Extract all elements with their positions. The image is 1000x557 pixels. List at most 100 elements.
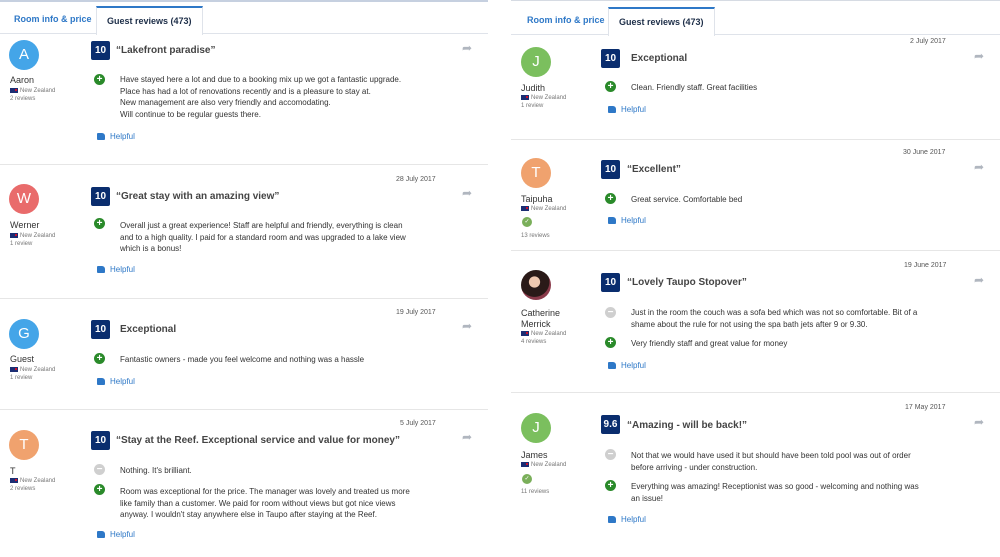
share-icon[interactable]: ➦ xyxy=(462,41,472,55)
tab-guest-reviews[interactable]: Guest reviews (473) xyxy=(608,7,715,36)
avatar: J xyxy=(521,413,551,443)
positive-icon: + xyxy=(605,193,616,204)
helpful-button[interactable]: Helpful xyxy=(97,377,135,386)
negative-icon: − xyxy=(94,464,105,475)
review-title: “Great stay with an amazing view” xyxy=(116,191,280,202)
left-review-panel: Room info & price Guest reviews (473) A … xyxy=(0,0,488,557)
review-date: 30 June 2017 xyxy=(903,149,946,156)
verified-badge-icon: ✓ xyxy=(522,474,532,484)
positive-icon: + xyxy=(605,337,616,348)
positive-icon: + xyxy=(94,353,105,364)
review-count: 2 reviews xyxy=(10,486,36,492)
review-title: “Lakefront paradise” xyxy=(116,45,216,56)
positive-text: Great service. Comfortable bed xyxy=(631,195,743,204)
thumbs-up-icon xyxy=(97,531,105,538)
new-zealand-flag-icon xyxy=(10,478,18,483)
positive-icon: + xyxy=(605,81,616,92)
share-icon[interactable]: ➦ xyxy=(974,49,984,63)
tab-guest-reviews[interactable]: Guest reviews (473) xyxy=(96,6,203,35)
negative-icon: − xyxy=(605,449,616,460)
reviewer-country: New Zealand xyxy=(10,478,55,484)
review-title: “Lovely Taupo Stopover” xyxy=(627,277,747,288)
review-title: “Amazing - will be back!” xyxy=(627,420,748,431)
tab-bar: Room info & price Guest reviews (473) xyxy=(0,2,488,35)
score-badge: 10 xyxy=(91,41,110,60)
review-count: 13 reviews xyxy=(521,233,550,239)
helpful-button[interactable]: Helpful xyxy=(608,515,646,524)
new-zealand-flag-icon xyxy=(10,233,18,238)
tab-room-info[interactable]: Room info & price xyxy=(4,6,102,34)
positive-text: Overall just a great experience! Staff a… xyxy=(120,221,406,253)
thumbs-up-icon xyxy=(608,516,616,523)
avatar: T xyxy=(521,158,551,188)
review-title: Exceptional xyxy=(631,53,688,64)
helpful-button[interactable]: Helpful xyxy=(608,216,646,225)
helpful-button[interactable]: Helpful xyxy=(97,530,135,539)
review-count: 1 review xyxy=(521,103,544,109)
avatar: W xyxy=(9,184,39,214)
review-card: G Guest New Zealand 1 review 19 July 201… xyxy=(0,299,488,410)
positive-text: Everything was amazing! Receptionist was… xyxy=(631,482,919,503)
thumbs-up-icon xyxy=(608,362,616,369)
new-zealand-flag-icon xyxy=(521,331,529,336)
thumbs-up-icon xyxy=(97,266,105,273)
avatar: A xyxy=(9,40,39,70)
negative-text: Just in the room the couch was a sofa be… xyxy=(631,308,918,329)
positive-text: Clean. Friendly staff. Great facilities xyxy=(631,83,758,92)
review-date: 17 May 2017 xyxy=(905,404,946,411)
positive-icon: + xyxy=(94,218,105,229)
score-badge: 10 xyxy=(601,160,620,179)
review-card: Catherine Merrick New Zealand 4 reviews … xyxy=(511,251,1000,393)
helpful-button[interactable]: Helpful xyxy=(608,105,646,114)
negative-text: Not that we would have used it but shoul… xyxy=(631,451,911,472)
tab-room-info[interactable]: Room info & price xyxy=(517,7,615,35)
share-icon[interactable]: ➦ xyxy=(974,273,984,287)
reviewer-country: New Zealand xyxy=(521,95,566,101)
review-date: 2 July 2017 xyxy=(910,38,946,45)
review-title: “Excellent” xyxy=(627,164,681,175)
reviewer-country: New Zealand xyxy=(521,206,566,212)
share-icon[interactable]: ➦ xyxy=(974,415,984,429)
share-icon[interactable]: ➦ xyxy=(974,160,984,174)
helpful-button[interactable]: Helpful xyxy=(97,132,135,141)
review-count: 2 reviews xyxy=(10,96,36,102)
new-zealand-flag-icon xyxy=(10,367,18,372)
review-date: 19 July 2017 xyxy=(396,309,436,316)
avatar xyxy=(521,270,551,300)
share-icon[interactable]: ➦ xyxy=(462,319,472,333)
score-badge: 10 xyxy=(91,431,110,450)
panel-separator xyxy=(488,0,511,557)
thumbs-up-icon xyxy=(608,217,616,224)
score-badge: 9.6 xyxy=(601,415,620,434)
review-title: Exceptional xyxy=(120,324,177,335)
reviewer-name: Taipuha xyxy=(521,194,553,204)
score-badge: 10 xyxy=(91,320,110,339)
avatar: J xyxy=(521,47,551,77)
thumbs-up-icon xyxy=(97,378,105,385)
reviewer-name: Werner xyxy=(10,220,40,230)
verified-badge-icon: ✓ xyxy=(522,217,532,227)
positive-text: Have stayed here a lot and due to a book… xyxy=(120,75,402,119)
new-zealand-flag-icon xyxy=(521,95,529,100)
negative-icon: − xyxy=(605,307,616,318)
share-icon[interactable]: ➦ xyxy=(462,186,472,200)
negative-text: Nothing. It's brilliant. xyxy=(120,466,192,475)
positive-icon: + xyxy=(94,484,105,495)
review-count: 4 reviews xyxy=(521,339,547,345)
share-icon[interactable]: ➦ xyxy=(462,430,472,444)
review-title: “Stay at the Reef. Exceptional service a… xyxy=(116,435,400,446)
reviewer-country: New Zealand xyxy=(10,233,55,239)
new-zealand-flag-icon xyxy=(521,462,529,467)
review-card: J Judith New Zealand 1 review 2 July 201… xyxy=(511,36,1000,140)
thumbs-up-icon xyxy=(97,133,105,140)
review-date: 28 July 2017 xyxy=(396,176,436,183)
score-badge: 10 xyxy=(601,49,620,68)
reviewer-name: Aaron xyxy=(10,75,35,85)
positive-icon: + xyxy=(94,74,105,85)
positive-text: Very friendly staff and great value for … xyxy=(631,339,788,348)
review-date: 5 July 2017 xyxy=(400,420,436,427)
helpful-button[interactable]: Helpful xyxy=(97,265,135,274)
review-card: J James New Zealand ✓ 11 reviews 17 May … xyxy=(511,393,1000,557)
positive-text: Fantastic owners - made you feel welcome… xyxy=(120,355,365,364)
helpful-button[interactable]: Helpful xyxy=(608,361,646,370)
